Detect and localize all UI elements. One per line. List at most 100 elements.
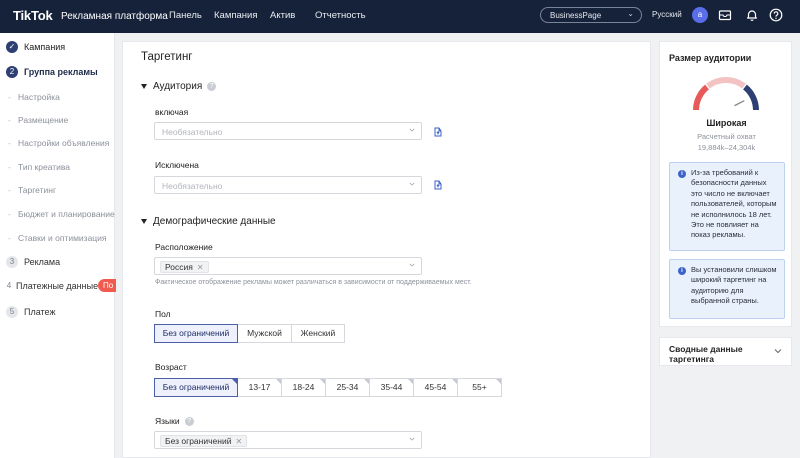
panel-title: Размер аудитории [669, 53, 752, 63]
step-label: Кампания [24, 42, 66, 52]
option-label: 25-34 [336, 382, 359, 392]
gauge-low-segment [693, 84, 710, 111]
close-icon[interactable]: ✕ [235, 437, 242, 446]
substep-setup[interactable]: - Настройка [0, 90, 115, 104]
sidebar: ✓ Кампания 2 Группа рекламы - Настройка -… [0, 33, 116, 458]
age-option[interactable]: Без ограничений [154, 378, 238, 397]
step-payment-info[interactable]: 4 Платежные данные По [0, 279, 116, 295]
audience-gauge [693, 77, 759, 111]
chevron-down-icon [409, 182, 415, 186]
location-select[interactable]: Россия ✕ [154, 257, 422, 275]
reach-label: Расчетный охват [697, 132, 756, 141]
substep-label: Тип креатива [18, 162, 71, 172]
chevron-down-icon [409, 263, 415, 267]
chevron-down-icon [409, 128, 415, 132]
step-label: Группа рекламы [24, 67, 98, 77]
step-campaign[interactable]: ✓ Кампания [0, 40, 115, 56]
substep-budget[interactable]: - Бюджет и планирование [0, 207, 115, 221]
label-text: Языки [155, 416, 180, 426]
language-tag: Без ограничений ✕ [160, 435, 248, 447]
upload-icon[interactable] [433, 127, 443, 137]
bell-icon[interactable] [745, 8, 759, 22]
reach-value: 19,884k–24,304k [697, 143, 756, 152]
platform-name: Рекламная платформа [61, 11, 168, 22]
age-option[interactable]: 13-17 [237, 378, 282, 397]
summary-title: Сводные данные таргетинга [669, 344, 743, 364]
info-text: Из-за требований к безопасности данных э… [691, 168, 777, 240]
include-audience-select[interactable]: Необязательно [154, 122, 422, 140]
age-option[interactable]: 45-54 [413, 378, 458, 397]
substep-bidding[interactable]: - Ставки и оптимизация [0, 231, 115, 245]
tiktok-logo[interactable]: TikTok [13, 8, 53, 23]
age-option[interactable]: 55+ [457, 378, 502, 397]
targeting-card: Таргетинг Аудитория? включая Необязатель… [122, 41, 651, 458]
option-label: 18-24 [292, 382, 315, 392]
question-icon[interactable]: ? [184, 417, 194, 427]
placeholder: Необязательно [162, 181, 223, 191]
gauge-needle [734, 100, 745, 107]
info-box-broad: i Вы установили слишком широкий таргетин… [669, 259, 785, 319]
option-label: 45-54 [424, 382, 447, 392]
gender-option[interactable]: Мужской [237, 324, 292, 343]
languages-select[interactable]: Без ограничений ✕ [154, 431, 422, 449]
age-option[interactable]: 25-34 [325, 378, 370, 397]
targeting-summary-toggle[interactable]: Сводные данные таргетинга [659, 337, 792, 366]
substep-ad-settings[interactable]: - Настройки объявления [0, 136, 115, 150]
step-label: Платеж [24, 307, 56, 317]
age-option[interactable]: 35-44 [369, 378, 414, 397]
info-icon: i [678, 267, 686, 275]
age-label: Возраст [155, 362, 187, 372]
gender-option[interactable]: Женский [291, 324, 345, 343]
chevron-down-icon [409, 437, 415, 441]
step-number: 4 [6, 281, 12, 290]
step-payment[interactable]: 5 Платеж [0, 305, 115, 321]
gauge-mid-segment [706, 77, 746, 89]
status-badge: По [98, 279, 116, 292]
languages-label: Языки? [155, 416, 194, 427]
account-select[interactable]: BusinessPage ⌄ [540, 7, 642, 23]
top-bar: TikTok Рекламная платформа Панель Кампан… [0, 0, 800, 33]
audience-section-toggle[interactable]: Аудитория? [141, 81, 217, 92]
nav-campaign[interactable]: Кампания [214, 10, 257, 21]
tag-label: Россия [165, 262, 193, 272]
upload-icon[interactable] [433, 180, 443, 190]
help-icon[interactable] [769, 8, 783, 22]
info-icon: i [678, 170, 686, 178]
location-tag: Россия ✕ [160, 261, 209, 273]
avatar[interactable]: a [692, 7, 708, 23]
step-ad-group[interactable]: 2 Группа рекламы [0, 65, 115, 81]
audience-status: Широкая [706, 118, 747, 128]
step-ad[interactable]: 3 Реклама [0, 255, 115, 271]
nav-assets[interactable]: Актив [270, 10, 295, 21]
check-icon: ✓ [6, 41, 18, 53]
section-title: Аудитория [153, 81, 203, 92]
close-icon[interactable]: ✕ [197, 263, 204, 272]
substep-placement[interactable]: - Размещение [0, 113, 115, 127]
exclude-audience-select[interactable]: Необязательно [154, 176, 422, 194]
chevron-down-icon: ⌄ [627, 9, 634, 18]
step-number: 2 [6, 66, 18, 78]
language-switch[interactable]: Русский [652, 10, 682, 19]
step-number: 3 [6, 256, 18, 268]
age-option[interactable]: 18-24 [281, 378, 326, 397]
nav-reporting[interactable]: Отчетность [315, 10, 366, 21]
mail-icon[interactable] [718, 8, 732, 22]
gender-option[interactable]: Без ограничений [154, 324, 238, 343]
step-label: Платежные данные [16, 281, 99, 291]
page-title: Таргетинг [141, 51, 193, 63]
exclude-label: Исключена [155, 160, 199, 170]
placeholder: Необязательно [162, 127, 223, 137]
substep-label: Настройки объявления [18, 138, 110, 148]
substep-label: Размещение [18, 115, 69, 125]
option-label: Без ограничений [162, 382, 230, 392]
substep-label: Настройка [18, 92, 60, 102]
question-icon[interactable]: ? [207, 81, 217, 91]
gender-label: Пол [155, 309, 171, 319]
demographics-section-toggle[interactable]: Демографические данные [141, 216, 276, 227]
gender-selector: Без ограничений Мужской Женский [154, 324, 345, 343]
tag-label: Без ограничений [165, 436, 232, 446]
nav-dashboard[interactable]: Панель [169, 10, 202, 21]
substep-targeting[interactable]: - Таргетинг [0, 183, 115, 197]
caret-down-icon [141, 83, 147, 89]
substep-creative-type[interactable]: - Тип креатива [0, 160, 115, 174]
